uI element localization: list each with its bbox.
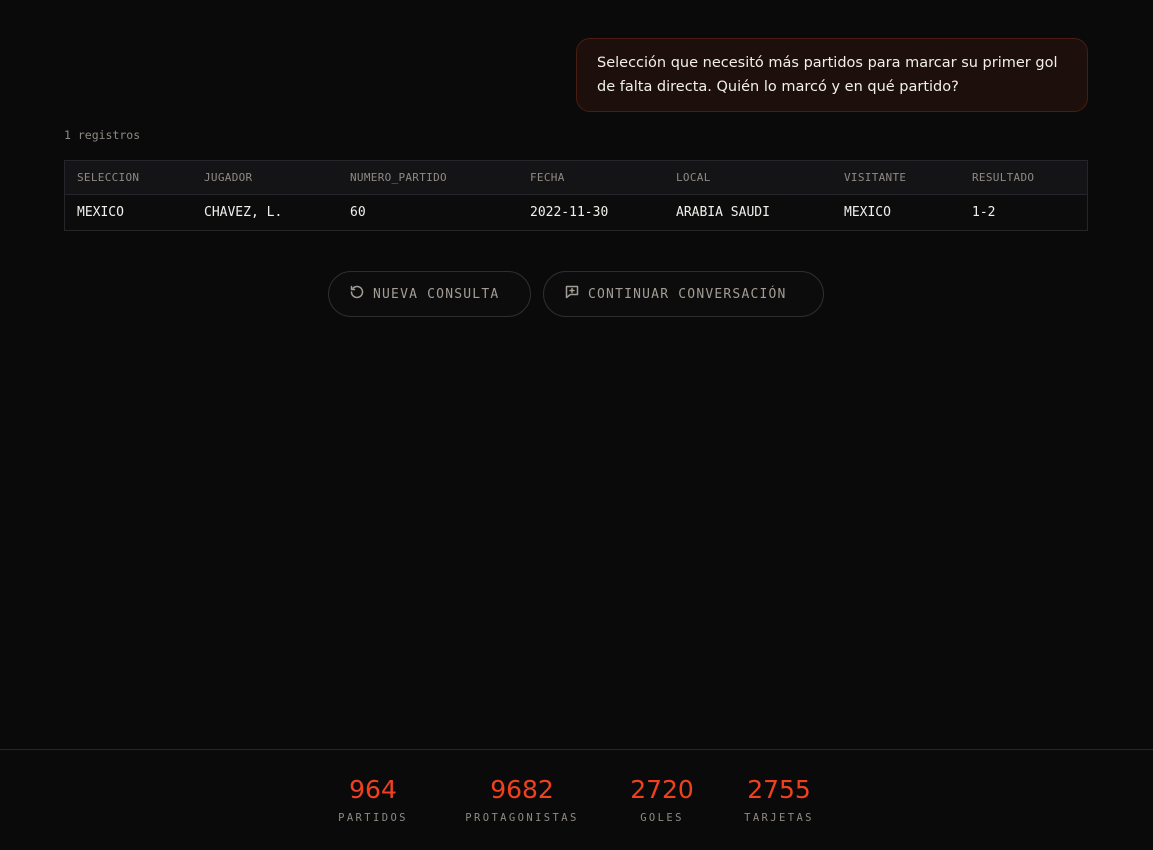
new-query-label: NUEVA CONSULTA <box>373 286 500 302</box>
table-cell: MEXICO <box>77 204 124 220</box>
stat-value: 9682 <box>490 775 554 804</box>
message-plus-icon <box>564 284 580 304</box>
continue-conversation-button[interactable]: CONTINUAR CONVERSACIÓN <box>543 271 824 317</box>
action-buttons: NUEVA CONSULTA CONTINUAR CONVERSACIÓN <box>328 271 824 317</box>
column-header: JUGADOR <box>192 161 338 195</box>
new-query-button[interactable]: NUEVA CONSULTA <box>328 271 531 317</box>
column-header: NUMERO_PARTIDO <box>338 161 518 195</box>
stat-tarjetas: 2755 TARJETAS <box>738 774 820 824</box>
stat-label: PARTIDOS <box>338 812 408 824</box>
stat-protagonistas: 9682 PROTAGONISTAS <box>458 774 586 824</box>
column-header: FECHA <box>518 161 664 195</box>
results-table: SELECCION JUGADOR NUMERO_PARTIDO FECHA L… <box>64 160 1088 231</box>
stat-value: 2755 <box>747 775 811 804</box>
table-row: MEXICO CHAVEZ, L. 60 2022-11-30 ARABIA S… <box>65 194 1087 230</box>
user-message-text: Selección que necesitó más partidos para… <box>597 55 1058 95</box>
page: Selección que necesitó más partidos para… <box>0 0 1153 850</box>
table-cell: 60 <box>350 204 366 220</box>
table-cell: 2022-11-30 <box>530 204 609 220</box>
stats-footer: 964 PARTIDOS 9682 PROTAGONISTAS 2720 GOL… <box>0 749 1153 850</box>
stat-label: PROTAGONISTAS <box>465 812 579 824</box>
stat-label: GOLES <box>640 812 684 824</box>
table-cell: ARABIA SAUDI <box>676 204 770 220</box>
column-header: RESULTADO <box>960 161 1087 195</box>
table-header-row: SELECCION JUGADOR NUMERO_PARTIDO FECHA L… <box>65 161 1087 195</box>
stat-value: 2720 <box>630 775 694 804</box>
stat-value: 964 <box>349 775 397 804</box>
table-cell: CHAVEZ, L. <box>204 204 283 220</box>
column-header: LOCAL <box>664 161 832 195</box>
continue-conversation-label: CONTINUAR CONVERSACIÓN <box>588 286 787 302</box>
column-header: VISITANTE <box>832 161 960 195</box>
column-header: SELECCION <box>65 161 192 195</box>
stat-partidos: 964 PARTIDOS <box>334 774 412 824</box>
stat-label: TARJETAS <box>744 812 814 824</box>
stat-goles: 2720 GOLES <box>630 774 694 824</box>
refresh-icon <box>349 284 365 304</box>
table-cell: 1-2 <box>972 204 996 220</box>
records-count: 1 registros <box>64 128 141 142</box>
table-cell: MEXICO <box>844 204 891 220</box>
user-message-bubble: Selección que necesitó más partidos para… <box>576 38 1088 112</box>
